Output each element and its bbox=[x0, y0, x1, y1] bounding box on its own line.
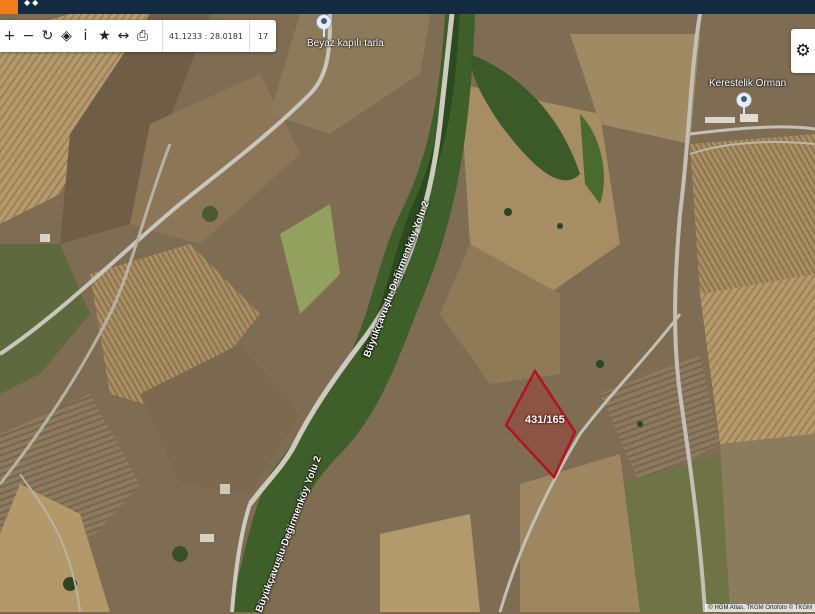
map-toolbar: + − ↻ ◈ i ★ ↔ ⎙ 41.1233 : 28.0181 17 bbox=[0, 20, 277, 52]
place-pin-icon bbox=[736, 92, 752, 115]
coordinates-readout: 41.1233 : 28.0181 bbox=[162, 20, 249, 52]
map-attribution: © HGM Atlas, TKGM Ortofoto © TKGM bbox=[705, 604, 815, 612]
map-logo-icon: ◆◆ bbox=[24, 0, 41, 7]
info-button[interactable]: i bbox=[76, 20, 95, 52]
refresh-button[interactable]: ↻ bbox=[38, 20, 57, 52]
settings-button[interactable]: ⚙ bbox=[791, 29, 815, 73]
parcel-label[interactable]: 431/165 bbox=[525, 414, 565, 426]
map-imagery bbox=[0, 14, 815, 612]
place-marker-beyaz-kapili-tarla[interactable]: Beyaz kapılı tarla bbox=[307, 14, 384, 49]
place-label: Kerestelik Orman bbox=[709, 78, 787, 89]
brand-accent bbox=[0, 0, 18, 14]
zoom-out-button[interactable]: − bbox=[19, 20, 38, 52]
zoom-in-button[interactable]: + bbox=[0, 20, 19, 52]
place-marker-kerestelik-orman[interactable]: Kerestelik Orman bbox=[709, 78, 786, 115]
gear-icon: ⚙ bbox=[795, 41, 811, 61]
print-button[interactable]: ⎙ bbox=[133, 20, 152, 52]
favorite-button[interactable]: ★ bbox=[95, 20, 114, 52]
top-bar: ◆◆ bbox=[0, 0, 815, 14]
satellite-map[interactable] bbox=[0, 14, 815, 612]
place-label: Beyaz kapılı tarla bbox=[307, 38, 384, 49]
zoom-level-readout: 17 bbox=[248, 20, 276, 52]
location-button[interactable]: ◈ bbox=[57, 20, 76, 52]
measure-button[interactable]: ↔ bbox=[114, 20, 133, 52]
place-pin-icon bbox=[316, 14, 332, 37]
